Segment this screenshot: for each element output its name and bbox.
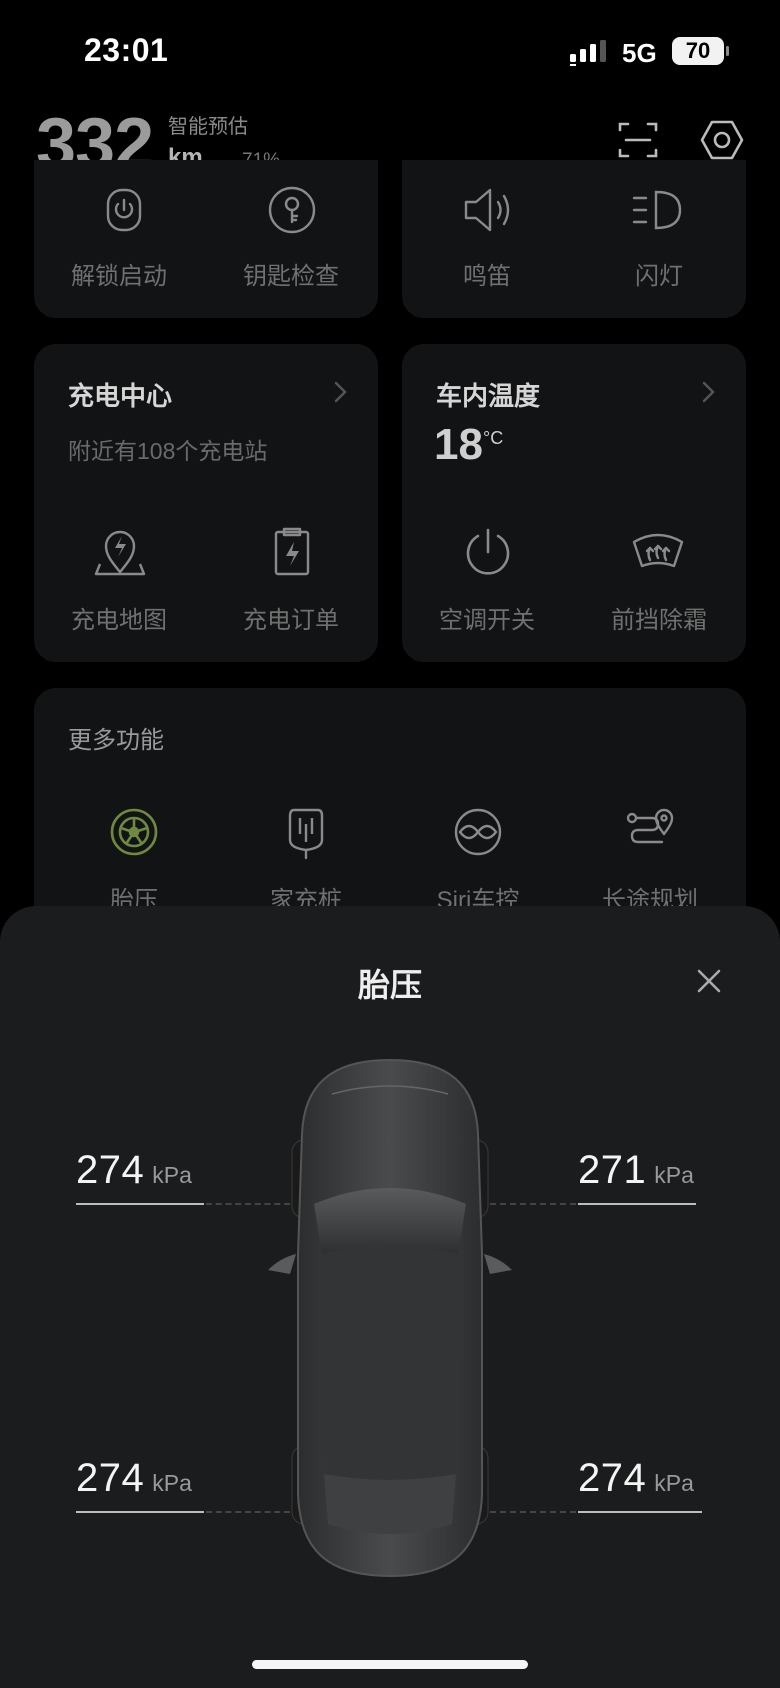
tire-pressure-value: 274 (76, 1148, 145, 1192)
charge-order-icon[interactable] (264, 524, 320, 580)
tire-front-right: 271 kPa (578, 1148, 694, 1193)
tire-pressure-unit: kPa (654, 1162, 694, 1188)
tire-icon[interactable] (106, 804, 162, 860)
tire-pressure-unit: kPa (152, 1470, 192, 1496)
signal-icon (570, 40, 606, 66)
tire-rear-left: 274 kPa (76, 1456, 192, 1501)
horn-icon[interactable] (460, 182, 516, 238)
tire-pressure-value: 274 (578, 1456, 647, 1500)
tire-leader-line (490, 1203, 576, 1205)
sheet-title: 胎压 (357, 967, 422, 1003)
tire-underline (76, 1203, 204, 1205)
range-subtitle: 智能预估 (168, 116, 248, 138)
chevron-right-icon (702, 381, 715, 403)
settings-icon[interactable] (698, 116, 746, 164)
charging-item-label[interactable]: 充电订单 (206, 600, 376, 635)
quick-control-label[interactable]: 解锁启动 (34, 256, 204, 291)
tire-rear-right: 274 kPa (578, 1456, 694, 1501)
battery-tip (726, 46, 729, 56)
route-icon[interactable] (622, 804, 678, 860)
tire-pressure-unit: kPa (654, 1470, 694, 1496)
tire-underline (578, 1203, 696, 1205)
more-card-title: 更多功能 (68, 727, 164, 754)
quick-control-label[interactable]: 鸣笛 (402, 256, 572, 291)
car-top-view (268, 1058, 512, 1578)
quick-control-label[interactable]: 闪灯 (574, 256, 744, 291)
siri-icon[interactable] (450, 804, 506, 860)
home-charger-icon[interactable] (278, 804, 334, 860)
charge-map-icon[interactable] (92, 524, 148, 580)
cabin-temperature: 18 (434, 420, 483, 469)
climate-card-title: 车内温度 (436, 381, 541, 411)
quick-control-label[interactable]: 钥匙检查 (206, 256, 376, 291)
scan-icon[interactable] (614, 116, 662, 164)
quick-controls-card-right: 鸣笛 闪灯 (402, 160, 746, 318)
headlight-icon[interactable] (630, 182, 686, 238)
key-check-icon[interactable] (264, 182, 320, 238)
status-bar: 23:01 5G 70 (0, 0, 780, 100)
charging-card-title: 充电中心 (68, 381, 173, 411)
temperature-unit: °C (483, 428, 504, 448)
tire-underline (578, 1511, 702, 1513)
quick-controls-card-left: 解锁启动 钥匙检查 (34, 160, 378, 318)
charging-item-label[interactable]: 充电地图 (34, 600, 204, 635)
tire-leader-line (206, 1203, 290, 1205)
home-indicator[interactable] (252, 1660, 528, 1669)
tire-underline (76, 1511, 204, 1513)
chevron-right-icon (334, 381, 347, 403)
charging-card-subtitle: 附近有108个充电站 (68, 438, 268, 464)
tire-pressure-value: 271 (578, 1148, 647, 1192)
charging-center-card[interactable]: 充电中心 附近有108个充电站 充电地图 充电订单 (34, 344, 378, 662)
power-icon[interactable] (460, 524, 516, 580)
tire-leader-line (490, 1511, 576, 1513)
battery-indicator: 70 (672, 37, 724, 65)
status-time: 23:01 (84, 32, 169, 68)
defrost-icon[interactable] (630, 524, 686, 580)
tire-pressure-value: 274 (76, 1456, 145, 1500)
tire-pressure-unit: kPa (152, 1162, 192, 1188)
climate-item-label[interactable]: 前挡除霜 (574, 600, 744, 635)
power-key-icon[interactable] (96, 182, 152, 238)
tire-pressure-sheet: 胎压 274 kPa 271 kPa 274 kPa 274 kPa (0, 906, 780, 1688)
tire-front-left: 274 kPa (76, 1148, 192, 1193)
network-type: 5G (622, 38, 657, 68)
climate-card[interactable]: 车内温度 空调开关 前挡除霜 (402, 344, 746, 662)
climate-item-label[interactable]: 空调开关 (402, 600, 572, 635)
tire-leader-line (206, 1511, 290, 1513)
close-icon[interactable] (694, 966, 724, 996)
